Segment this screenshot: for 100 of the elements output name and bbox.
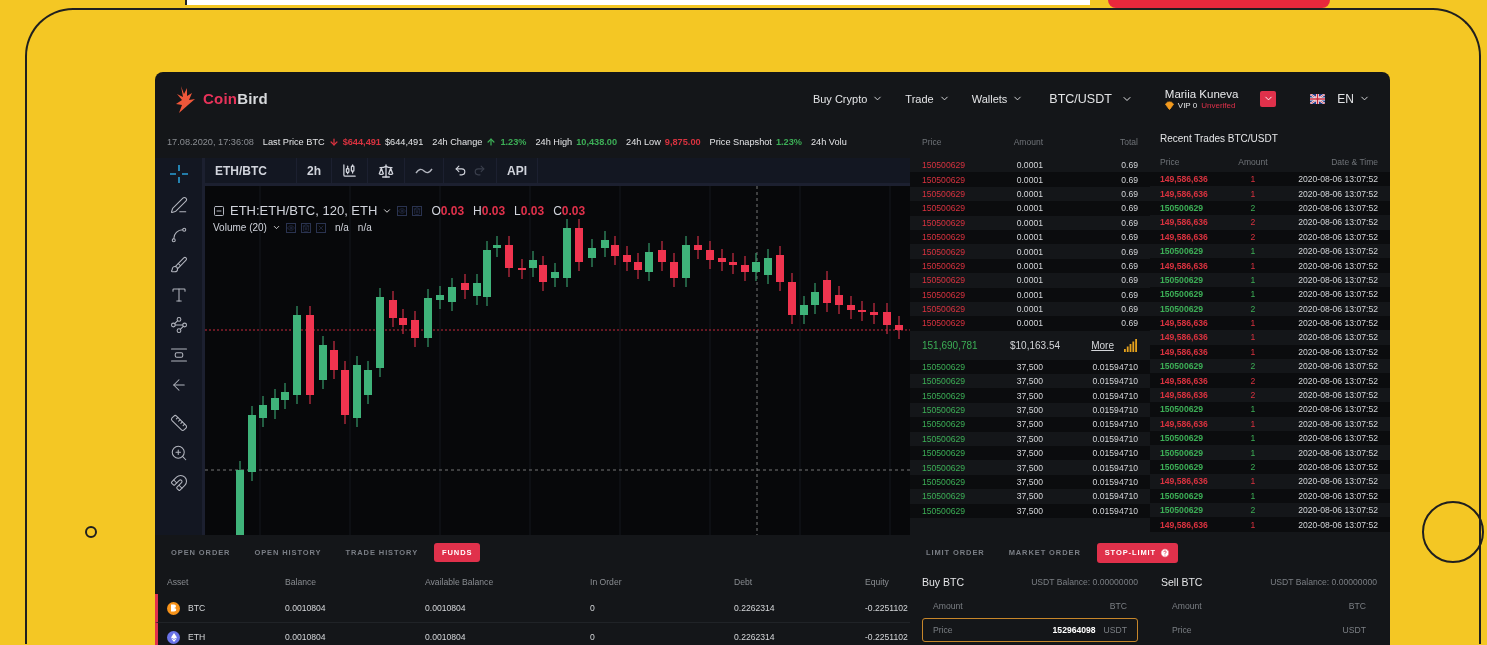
ask-row[interactable]: 150500629 0.0001 0.69: [910, 244, 1150, 259]
bid-row[interactable]: 150500629 37,500 0.01594710: [910, 374, 1150, 389]
table-cell-text: 0.01594710: [1091, 433, 1138, 444]
bid-row[interactable]: 150500629 37,500 0.01594710: [910, 489, 1150, 504]
user-name: Mariia Kuneva: [1164, 87, 1239, 100]
table-cell-text: 149,586,636: [1160, 346, 1209, 357]
table-cell-text: 150500629: [1160, 202, 1204, 213]
ask-row[interactable]: 150500629 0.0001 0.69: [910, 158, 1150, 173]
table-cell-text: 149,586,636: [1160, 318, 1209, 329]
more-link[interactable]: More: [1091, 339, 1114, 351]
table-cell-text: 1: [1249, 346, 1257, 357]
candle: [473, 273, 481, 306]
candle: [319, 335, 327, 390]
caret-icon[interactable]: [271, 223, 281, 232]
table-cell-text: 2020-08-06 13:07:52: [1297, 404, 1378, 415]
interval-button[interactable]: 2h: [297, 158, 332, 183]
table-cell-text: 2020-08-06 13:07:52: [1297, 303, 1378, 314]
undo-icon[interactable]: [454, 164, 467, 177]
table-cell-text: 2020-08-06 13:07:52: [1297, 375, 1378, 386]
ruler-icon[interactable]: [169, 414, 188, 432]
ask-row[interactable]: 150500629 0.0001 0.69: [910, 287, 1150, 302]
column-header: Price: [1160, 157, 1181, 167]
table-cell-text: 149,586,636: [1160, 188, 1209, 199]
bid-row[interactable]: 150500629 37,500 0.01594710: [910, 474, 1150, 490]
ask-row[interactable]: 150500629 0.0001 0.69: [910, 215, 1150, 230]
ask-row[interactable]: 150500629 0.0001 0.69: [910, 258, 1150, 274]
table-cell-text: 150500629: [922, 289, 966, 300]
crosshair-icon[interactable]: [168, 164, 189, 184]
ask-row[interactable]: 150500629 0.0001 0.69: [910, 172, 1150, 187]
ask-row[interactable]: 150500629 0.0001 0.69: [910, 301, 1150, 317]
language-selector[interactable]: EN: [1337, 91, 1370, 106]
nav-menu[interactable]: Buy Crypto: [812, 92, 884, 105]
table-cell-text: 2020-08-06 13:07:52: [1297, 188, 1378, 199]
candle: [551, 262, 559, 288]
table-cell-text: 0.0001: [1015, 275, 1043, 286]
bid-row[interactable]: 150500629 37,500 0.01594710: [910, 388, 1150, 403]
price-field[interactable]: Price USDT: [1161, 618, 1377, 642]
ask-row[interactable]: 150500629 0.0001 0.69: [910, 273, 1150, 288]
bid-row[interactable]: 150500629 37,500 0.01594710: [910, 417, 1150, 432]
table-cell-text: 1: [1249, 174, 1257, 185]
table-cell-text: 150500629: [1160, 303, 1204, 314]
bitcoin-icon: [167, 601, 180, 615]
bid-row[interactable]: 150500629 37,500 0.01594710: [910, 402, 1150, 418]
candle: [271, 388, 279, 420]
collapse-icon[interactable]: [213, 204, 225, 217]
price-field[interactable]: Price 152964098 USDT: [922, 618, 1138, 642]
table-cell-text: 0.01594710: [1091, 405, 1138, 416]
ask-row[interactable]: 150500629 0.0001 0.69: [910, 229, 1150, 245]
amount-field[interactable]: Amount BTC: [922, 594, 1138, 618]
magnet-icon[interactable]: [169, 474, 188, 492]
table-cell-text: 150500629: [1160, 490, 1204, 501]
table-cell-text: 150500629: [1160, 361, 1204, 372]
table-cell-text: 0.0010804: [425, 603, 467, 613]
amount-field[interactable]: Amount BTC: [1161, 594, 1377, 618]
candle: [424, 288, 432, 348]
home-button[interactable]: [1422, 501, 1484, 563]
api-button[interactable]: API: [497, 158, 539, 183]
bid-row[interactable]: 150500629 37,500 0.01594710: [910, 503, 1150, 518]
bid-row[interactable]: 150500629 37,500 0.01594710: [910, 431, 1150, 447]
table-cell-text: 2: [1249, 231, 1257, 242]
ticker-label: Last Price BTC: [262, 136, 325, 147]
candle: [645, 242, 653, 282]
table-cell-text: 150500629: [922, 188, 966, 199]
table-cell-text: 150500629: [922, 232, 966, 243]
line-tool-icon[interactable]: [169, 196, 188, 214]
candle: [364, 360, 372, 405]
measure-icon[interactable]: [169, 346, 188, 364]
pattern-icon[interactable]: [169, 316, 188, 334]
symbol-button[interactable]: ETH/BTC: [205, 158, 297, 183]
table-cell-text: 2020-08-06 13:07:52: [1297, 289, 1378, 300]
table-cell-text: 150500629: [922, 203, 966, 214]
table-cell-text: 150500629: [1160, 274, 1204, 285]
bid-row[interactable]: 150500629 37,500 0.01594710: [910, 359, 1150, 375]
curve-tool-icon[interactable]: [169, 226, 188, 244]
table-cell-text: 150500629: [922, 433, 966, 444]
zoom-in-icon[interactable]: [169, 444, 188, 462]
table-cell-text: 150500629: [922, 304, 966, 315]
dropdown-button[interactable]: [1260, 90, 1277, 107]
table-cell-text: 1: [1249, 274, 1257, 285]
table-cell-text: 0.69: [1120, 232, 1138, 243]
ask-row[interactable]: 150500629 0.0001 0.69: [910, 186, 1150, 202]
table-cell-text: 0.0001: [1015, 232, 1043, 243]
nav-menu[interactable]: Trade: [905, 92, 950, 105]
table-cell-text: 0.0001: [1015, 174, 1043, 185]
table-cell-text: 149,586,636: [1160, 519, 1209, 530]
table-cell: ETH: [188, 632, 206, 642]
pair-selector[interactable]: BTC/USDT: [1049, 91, 1133, 106]
text-tool-icon[interactable]: [169, 286, 188, 304]
brush-icon[interactable]: [169, 256, 188, 274]
table-cell-text: 0.01594710: [1091, 419, 1138, 430]
table-cell-text: 2: [1249, 217, 1257, 228]
table-cell-text: 149,586,636: [1160, 390, 1209, 401]
nav-menu[interactable]: Wallets: [971, 92, 1024, 105]
bid-row[interactable]: 150500629 37,500 0.01594710: [910, 446, 1150, 461]
table-cell-text: 1: [1249, 289, 1257, 300]
table-cell-text: 150500629: [1160, 246, 1204, 257]
ask-row[interactable]: 150500629 0.0001 0.69: [910, 201, 1150, 216]
table-cell-text: 150500629: [922, 390, 966, 401]
ask-row[interactable]: 150500629 0.0001 0.69: [910, 316, 1150, 331]
bid-row[interactable]: 150500629 37,500 0.01594710: [910, 460, 1150, 475]
